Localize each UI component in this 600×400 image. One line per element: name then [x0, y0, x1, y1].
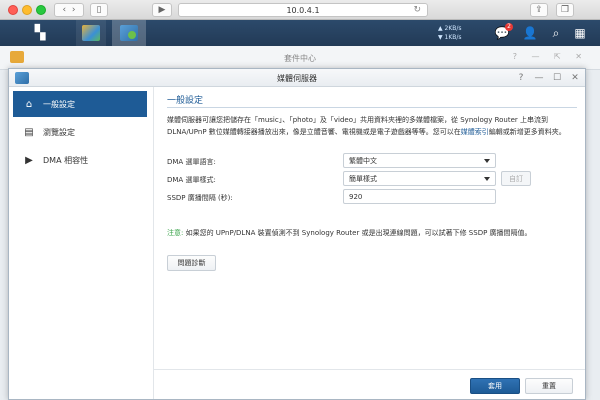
sidebar-icon: ▯	[96, 5, 102, 15]
package-center-controls[interactable]: ? — ⇱ ✕	[513, 52, 588, 61]
network-speed: ▲ 2KB/s ▼ 1KB/s	[438, 24, 478, 42]
description-text-end: 編輯或新增更多資料夾。	[488, 128, 566, 136]
ssdp-interval-input[interactable]: 920	[343, 189, 496, 204]
reader-button[interactable]: ▶	[152, 3, 172, 17]
footer: 套用 重置	[154, 369, 585, 399]
apply-button[interactable]: 套用	[470, 378, 520, 394]
user-button[interactable]: 👤	[522, 25, 538, 41]
main-menu-button[interactable]: ▚	[28, 20, 52, 46]
address-bar[interactable]: 10.0.4.1 ↻	[178, 3, 428, 17]
note-prefix: 注意:	[167, 229, 184, 237]
dma-language-value: 繁體中文	[349, 156, 377, 165]
play-icon: ▶	[25, 154, 33, 166]
sidebar-item-label: 一般設定	[43, 99, 75, 109]
diagnose-button[interactable]: 問題診斷	[167, 255, 216, 271]
search-icon: ⌕	[552, 25, 560, 40]
reset-button[interactable]: 重置	[525, 378, 573, 394]
description: 媒體伺服器可讓您把儲存在「music」、「photo」及「video」共用資料夾…	[167, 114, 572, 138]
close-button[interactable]: ✕	[569, 72, 581, 84]
share-icon: ⇪	[535, 5, 543, 15]
window-title: 媒體伺服器	[277, 73, 317, 83]
media-server-window: 媒體伺服器 ? — ☐ ✕ ⌂ 一般設定 ▤ 瀏覽設定 ▶ DMA 相容性 一般…	[8, 68, 586, 400]
zoom-window-button[interactable]	[36, 5, 46, 15]
window-titlebar[interactable]: 媒體伺服器 ? — ☐ ✕	[9, 69, 585, 87]
media-icon: ▶	[158, 5, 166, 15]
dsm-taskbar: ▚ ▲ 2KB/s ▼ 1KB/s 💬 2 👤 ⌕ ▦	[0, 20, 600, 46]
grid-icon: ▚	[34, 25, 46, 41]
home-icon: ⌂	[25, 98, 33, 110]
sidebar-item-dma[interactable]: ▶ DMA 相容性	[13, 147, 147, 173]
help-button[interactable]: ?	[515, 72, 527, 84]
ssdp-interval-value: 920	[349, 192, 363, 201]
media-server-icon	[120, 25, 138, 41]
browser-toolbar: ‹ › ▯ ▶ 10.0.4.1 ↻ ⇪ ❐	[0, 0, 600, 20]
minimize-button[interactable]: —	[533, 72, 545, 84]
sidebar-item-label: DMA 相容性	[43, 155, 89, 165]
package-center-title: 套件中心	[284, 53, 316, 63]
search-button[interactable]: ⌕	[548, 25, 564, 41]
notifications-button[interactable]: 💬 2	[494, 23, 513, 41]
notification-badge: 2	[505, 23, 513, 31]
back-forward-buttons[interactable]: ‹ ›	[54, 3, 84, 17]
ssdp-interval-label: SSDP 廣播間隔 (秒):	[167, 194, 233, 202]
url-text: 10.0.4.1	[286, 5, 320, 15]
chevron-down-icon	[484, 177, 490, 181]
user-icon: 👤	[522, 26, 538, 40]
dma-language-select[interactable]: 繁體中文	[343, 153, 496, 168]
upload-speed: ▲ 2KB/s	[438, 25, 462, 32]
note: 注意: 如果您的 UPnP/DLNA 裝置偵測不到 Synology Route…	[167, 228, 577, 238]
tabs-icon: ❐	[560, 5, 570, 15]
package-center-window[interactable]: 套件中心 ? — ⇱ ✕	[0, 46, 600, 70]
maximize-button[interactable]: ☐	[551, 72, 563, 84]
sidebar-item-general[interactable]: ⌂ 一般設定	[13, 91, 147, 117]
chevron-right-icon[interactable]: ›	[72, 5, 76, 15]
download-speed: ▼ 1KB/s	[438, 34, 462, 41]
widgets-button[interactable]: ▦	[572, 25, 588, 41]
dma-style-select[interactable]: 簡單樣式	[343, 171, 496, 186]
close-window-button[interactable]	[8, 5, 18, 15]
dma-style-value: 簡單樣式	[349, 174, 377, 183]
taskbar-media-server[interactable]	[112, 20, 146, 46]
reload-icon[interactable]: ↻	[413, 5, 421, 15]
widgets-icon: ▦	[574, 26, 586, 40]
customize-button[interactable]: 自訂	[501, 171, 531, 186]
chevron-down-icon	[484, 159, 490, 163]
tabs-button[interactable]: ❐	[556, 3, 574, 17]
package-center-icon	[82, 25, 100, 41]
general-settings-panel: 一般設定 媒體伺服器可讓您把儲存在「music」、「photo」及「video」…	[167, 87, 577, 377]
section-divider	[167, 107, 577, 108]
dma-language-label: DMA 選單語言:	[167, 158, 216, 166]
share-button[interactable]: ⇪	[530, 3, 548, 17]
section-title: 一般設定	[167, 96, 204, 106]
sidebar: ⌂ 一般設定 ▤ 瀏覽設定 ▶ DMA 相容性	[9, 87, 154, 399]
sidebar-item-browse[interactable]: ▤ 瀏覽設定	[13, 119, 147, 145]
sidebar-item-label: 瀏覽設定	[43, 127, 75, 137]
dma-style-label: DMA 選單樣式:	[167, 176, 216, 184]
note-text: 如果您的 UPnP/DLNA 裝置偵測不到 Synology Router 或是…	[183, 229, 532, 237]
browse-settings-icon: ▤	[24, 126, 34, 138]
media-index-link[interactable]: 媒體索引	[461, 128, 489, 136]
minimize-window-button[interactable]	[22, 5, 32, 15]
taskbar-package-center[interactable]	[76, 20, 106, 46]
sidebar-toggle-button[interactable]: ▯	[90, 3, 108, 17]
chevron-left-icon[interactable]: ‹	[63, 5, 67, 15]
